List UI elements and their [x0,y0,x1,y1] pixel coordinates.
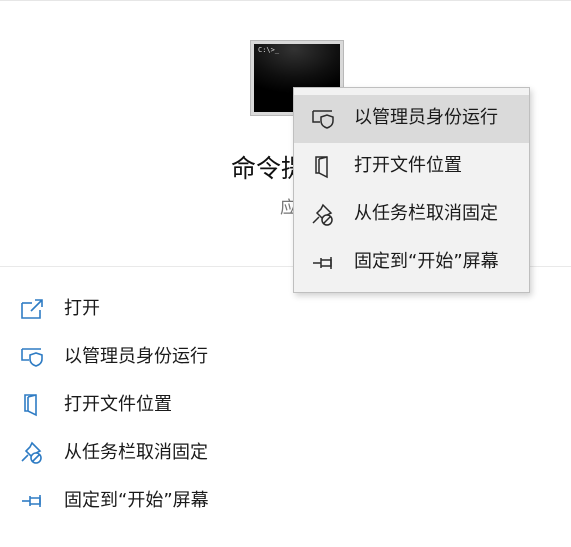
open-file-location-action[interactable]: 打开文件位置 [0,381,571,429]
console-prompt-text: C:\>_ [258,46,280,54]
file-location-icon [20,393,46,417]
run-as-admin-shield-icon [20,345,46,369]
context-menu-item-label: 以管理员身份运行 [354,107,498,128]
run-as-admin-action-label: 以管理员身份运行 [64,346,208,367]
start-menu-app-panel: C:\>_ 命令提示符 应用 打开 以管 [0,0,571,547]
context-menu-item-open-file-location[interactable]: 打开文件位置 [294,143,529,191]
top-border [0,0,571,1]
open-action-label: 打开 [64,298,100,319]
context-menu-item-label: 从任务栏取消固定 [354,203,498,224]
open-external-icon [20,297,46,321]
run-as-admin-shield-icon [311,107,337,131]
unpin-icon [20,441,46,465]
action-list: 打开 以管理员身份运行 打开文件位置 从任务栏取消固定 固定到“开始”屏幕 [0,285,571,525]
unpin-from-taskbar-action-label: 从任务栏取消固定 [64,442,208,463]
context-menu-item-pin-to-start[interactable]: 固定到“开始”屏幕 [294,239,529,287]
pin-to-start-action[interactable]: 固定到“开始”屏幕 [0,477,571,525]
pin-to-start-action-label: 固定到“开始”屏幕 [64,490,209,511]
context-menu: 以管理员身份运行 打开文件位置 从任务栏取消固定 固定到“开始”屏幕 [293,87,530,293]
context-menu-item-label: 打开文件位置 [354,155,462,176]
context-menu-item-unpin-from-taskbar[interactable]: 从任务栏取消固定 [294,191,529,239]
pin-icon [20,489,46,513]
unpin-icon [311,203,337,227]
run-as-admin-action[interactable]: 以管理员身份运行 [0,333,571,381]
unpin-from-taskbar-action[interactable]: 从任务栏取消固定 [0,429,571,477]
context-menu-item-run-as-admin[interactable]: 以管理员身份运行 [294,95,529,143]
context-menu-item-label: 固定到“开始”屏幕 [354,251,499,272]
file-location-icon [311,155,337,179]
open-file-location-action-label: 打开文件位置 [64,394,172,415]
pin-icon [311,251,337,275]
